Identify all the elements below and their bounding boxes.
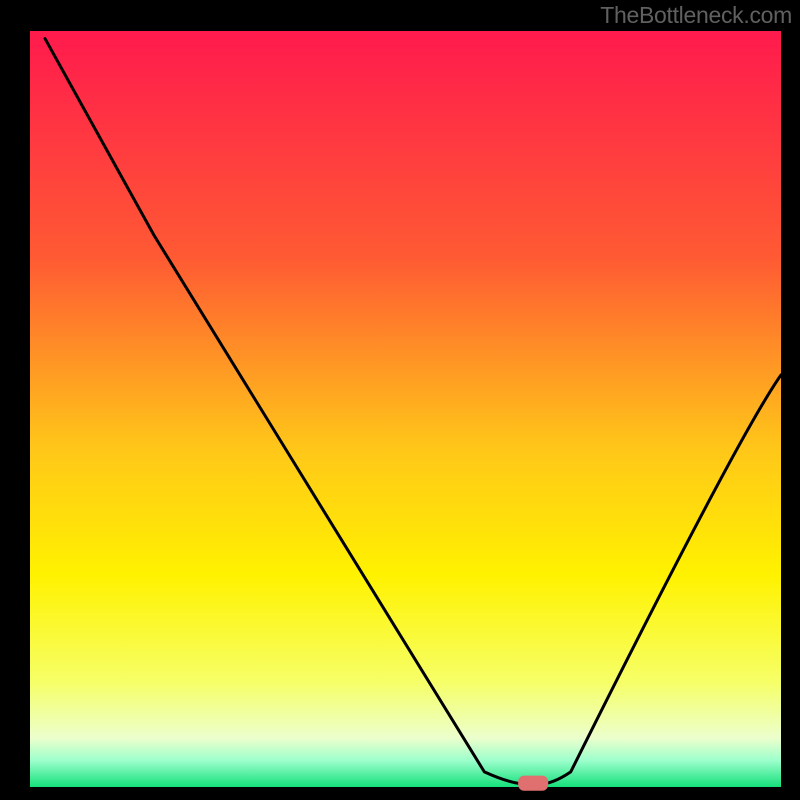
plot-background (30, 31, 781, 787)
bottleneck-plot (0, 0, 800, 800)
minimum-marker (518, 776, 548, 791)
watermark-text: TheBottleneck.com (600, 2, 792, 29)
chart-container: TheBottleneck.com (0, 0, 800, 800)
